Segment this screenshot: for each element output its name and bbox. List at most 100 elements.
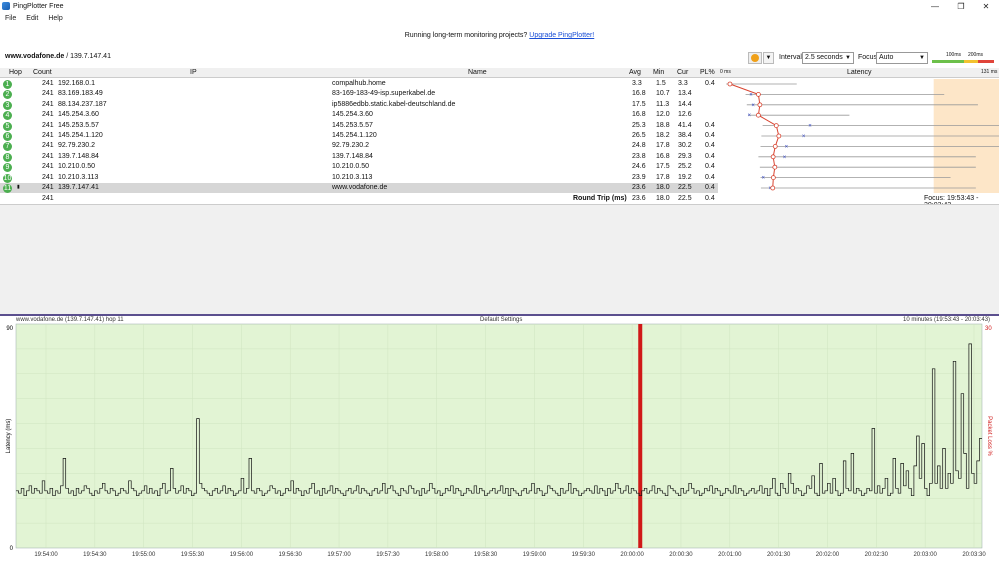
hop-pl: 0.4	[705, 163, 715, 171]
interval-value: 2.5 seconds	[805, 54, 843, 61]
loss-axis-title: Packet Loss %	[986, 416, 992, 456]
scale-bar-good	[932, 60, 964, 63]
table-row[interactable]: 9 241 10.210.0.50 10.210.0.50 24.6 17.5 25.2 0.…	[0, 162, 723, 173]
col-avg[interactable]: Avg	[629, 69, 641, 76]
col-hop[interactable]: Hop	[9, 69, 22, 76]
hop-avg: 17.5	[632, 100, 646, 108]
table-row[interactable]: 8 241 139.7.148.84 139.7.148.84 23.8 16.8 29.3…	[0, 152, 723, 162]
col-count[interactable]: Count	[33, 69, 52, 76]
upgrade-link[interactable]: Upgrade PingPlotter!	[529, 32, 594, 39]
x-tick-label: 19:56:30	[279, 552, 303, 558]
hop-ip: 10.210.0.50	[58, 163, 95, 171]
chevron-down-icon: ▼	[845, 55, 851, 61]
hop-min: 1.5	[656, 80, 666, 87]
close-button[interactable]: ✕	[972, 0, 999, 12]
table-row[interactable]: 7 241 92.79.230.2 92.79.230.2 24.8 17.8 30.2 0.…	[0, 141, 723, 152]
hop-count: 241	[42, 184, 54, 191]
hop-avg: 16.8	[632, 90, 646, 98]
y-axis-title: Latency (ms)	[6, 419, 12, 454]
graph-settings-title: Default Settings	[480, 317, 523, 323]
table-row[interactable]: 3 241 88.134.237.187 ip5886edbb.static.kabe…	[0, 100, 718, 110]
hop-avg: 16.8	[632, 111, 646, 119]
target-host: www.vodafone.de	[5, 53, 65, 60]
scale-bar-warn	[964, 60, 978, 63]
x-tick-label: 19:57:30	[376, 552, 400, 558]
hop-cur: 19.2	[678, 173, 692, 181]
x-tick-label: 19:55:00	[132, 552, 156, 558]
col-pl[interactable]: PL%	[700, 69, 715, 76]
summary-min: 18.0	[656, 195, 670, 202]
x-tick-label: 20:01:30	[767, 552, 791, 558]
timeline-graph[interactable]: 19:54:00 19:54:30 19:55:00 19:55:30 19:56:00…	[0, 316, 999, 562]
hop-number: 11	[3, 184, 12, 193]
table-row[interactable]: 4 241 145.254.3.60 145.254.3.60 16.8 12.0 12.6	[0, 110, 718, 121]
hop-min: 10.7	[656, 90, 670, 98]
graph-target-title: www.vodafone.de (139.7.147.41) hop 11	[16, 317, 124, 323]
table-row[interactable]: 11 241 139.7.147.41 www.vodafone.de 23.6 18.0…	[0, 183, 723, 193]
hop-cur: 13.4	[678, 90, 692, 98]
hop-number: 3	[3, 100, 12, 110]
hop-name: 145.254.3.60	[332, 111, 373, 119]
trace-options-dropdown[interactable]: ▼	[763, 52, 774, 64]
pause-icon	[751, 54, 759, 62]
col-latency-start: 0 ms	[720, 69, 731, 75]
hop-min: 12.0	[656, 111, 670, 119]
hop-min: 11.3	[656, 100, 670, 108]
menu-edit[interactable]: Edit	[21, 13, 43, 24]
summary-cur: 22.5	[678, 195, 692, 202]
hop-pl: 0.4	[705, 80, 715, 87]
col-min[interactable]: Min	[653, 69, 664, 76]
x-tick-label: 19:56:00	[230, 552, 254, 558]
col-latency[interactable]: Latency	[847, 69, 872, 76]
focus-select[interactable]: Auto ▼	[876, 52, 928, 64]
hop-ip: 145.253.5.57	[58, 121, 99, 129]
pause-button[interactable]	[748, 52, 762, 64]
table-row[interactable]: 1 241 192.168.0.1 compalhub.home 3.3 1.5 3.3 0.…	[0, 79, 723, 89]
hop-min: 17.5	[656, 163, 670, 171]
menu-file[interactable]: File	[0, 13, 21, 24]
avg-latency-point	[770, 175, 776, 180]
graph-hop-icon[interactable]: ▮	[17, 184, 20, 190]
hop-name: compalhub.home	[332, 80, 386, 87]
hop-count: 241	[42, 152, 54, 160]
col-name[interactable]: Name	[468, 69, 487, 76]
avg-latency-point	[755, 91, 761, 97]
x-tick-label: 19:59:00	[523, 552, 547, 558]
hop-avg: 25.3	[632, 121, 646, 129]
pingplotter-logo-icon	[2, 2, 10, 10]
hop-ip: 92.79.230.2	[58, 142, 95, 150]
window-title: PingPlotter Free	[13, 2, 64, 10]
hop-cur: 41.4	[678, 121, 692, 129]
focus-label: Focus	[858, 54, 878, 61]
col-ip[interactable]: IP	[190, 69, 197, 76]
x-tick-label: 20:01:00	[718, 552, 742, 558]
hop-number: 8	[3, 152, 12, 162]
hop-avg: 23.9	[632, 173, 646, 181]
hop-cur: 12.6	[678, 111, 692, 119]
table-row[interactable]: 5 241 145.253.5.57 145.253.5.57 25.3 18.8 41.4…	[0, 121, 723, 131]
minimize-button[interactable]: —	[921, 0, 949, 12]
hop-name: 10.210.0.50	[332, 163, 369, 171]
col-cur[interactable]: Cur	[677, 69, 688, 76]
x-tick-label: 19:54:00	[34, 552, 58, 558]
x-tick-label: 20:03:00	[913, 552, 937, 558]
hop-pl: 0.4	[705, 152, 715, 160]
table-row[interactable]: 6 241 145.254.1.120 145.254.1.120 26.5 18.2 38…	[0, 131, 723, 141]
y-axis-bottom-label: 0	[10, 546, 14, 552]
avg-latency-point	[770, 154, 776, 160]
maximize-button[interactable]: ❐	[947, 0, 975, 12]
menu-help[interactable]: Help	[43, 13, 67, 24]
hop-ip: 83.169.183.49	[58, 90, 103, 98]
table-row[interactable]: 10 241 10.210.3.113 10.210.3.113 23.9 17.8 19.…	[0, 173, 723, 183]
hop-min: 18.2	[656, 132, 670, 139]
current-latency-marker: ×	[751, 103, 755, 109]
avg-latency-point	[776, 133, 782, 139]
table-row[interactable]: 2 241 83.169.183.49 83-169-183-49-isp.super…	[0, 89, 718, 100]
current-latency-marker: ×	[785, 144, 789, 150]
x-tick-label: 19:55:30	[181, 552, 205, 558]
interval-select[interactable]: 2.5 seconds ▼	[802, 52, 854, 64]
hop-min: 16.8	[656, 152, 670, 160]
plot-area	[15, 323, 983, 549]
hop-cur: 3.3	[678, 80, 688, 87]
hop-name: 83-169-183-49-isp.superkabel.de	[332, 90, 436, 98]
